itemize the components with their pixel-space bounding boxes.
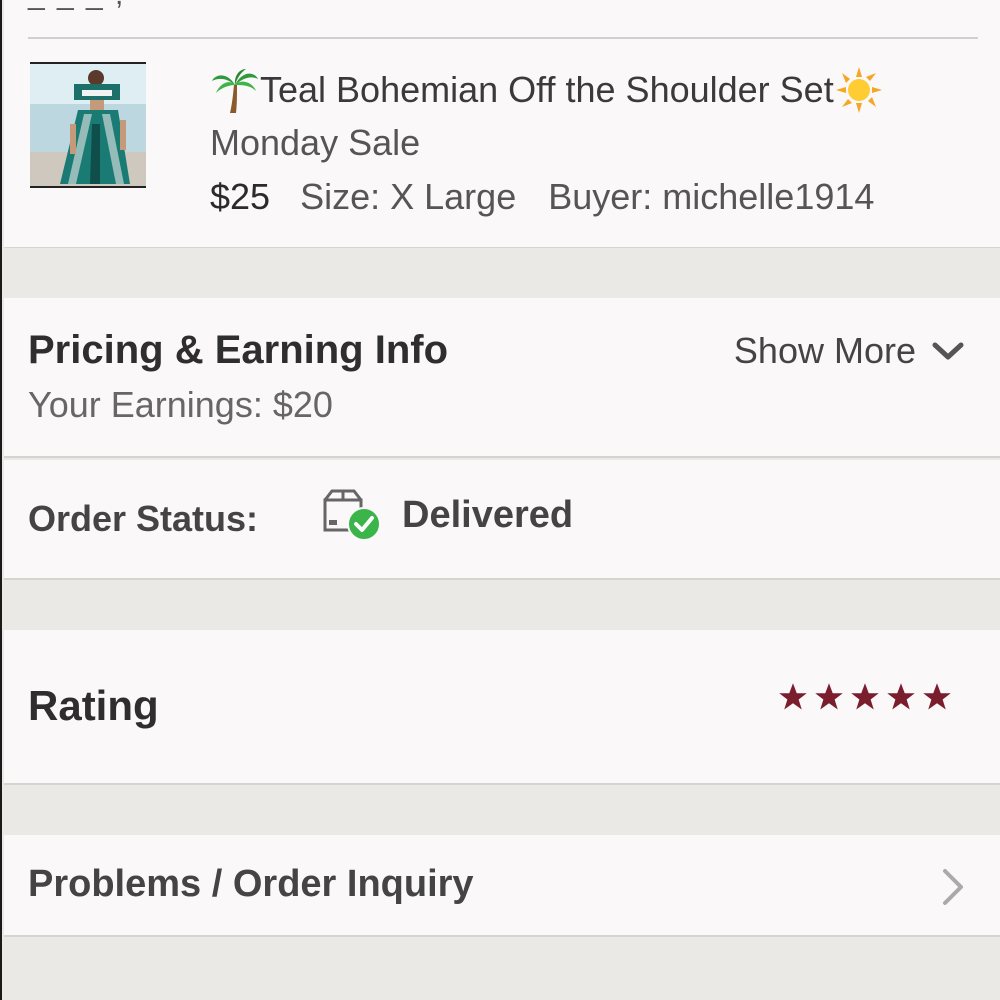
sun-icon bbox=[835, 67, 882, 113]
problems-label: Problems / Order Inquiry bbox=[28, 863, 474, 905]
order-status-value: Delivered bbox=[402, 494, 574, 536]
product-info: Teal Bohemian Off the Shoulder Set Monda… bbox=[210, 64, 884, 224]
star-icon bbox=[815, 683, 843, 710]
problems-order-inquiry-row[interactable]: Problems / Order Inquiry bbox=[4, 835, 1000, 937]
pricing-heading: Pricing & Earning Info bbox=[28, 328, 449, 372]
rating-section: Rating bbox=[4, 630, 1000, 785]
palm-tree-icon bbox=[212, 69, 258, 113]
order-status-label: Order Status: bbox=[28, 498, 259, 539]
chevron-down-icon bbox=[932, 342, 964, 360]
product-buyer[interactable]: Buyer: michelle1914 bbox=[548, 176, 874, 217]
show-more-button[interactable]: Show More bbox=[734, 330, 964, 372]
product-price: $25 bbox=[210, 176, 271, 217]
star-icon bbox=[887, 683, 915, 710]
rating-label: Rating bbox=[28, 682, 159, 729]
rating-stars bbox=[778, 682, 952, 712]
star-icon bbox=[779, 683, 807, 710]
chevron-right-icon bbox=[943, 869, 963, 905]
cutoff-header-text: _ _ _ , bbox=[28, 0, 125, 12]
product-sale-label: Monday Sale bbox=[210, 122, 421, 163]
product-meta: $25 Size: X Large Buyer: michelle1914 bbox=[210, 170, 884, 224]
product-size: Size: X Large bbox=[300, 176, 517, 217]
product-title-text: Teal Bohemian Off the Shoulder Set bbox=[260, 69, 834, 110]
star-icon bbox=[923, 683, 951, 710]
divider bbox=[28, 37, 978, 39]
product-image bbox=[30, 64, 146, 186]
show-more-label: Show More bbox=[733, 330, 916, 371]
order-details-page: _ _ _ , bbox=[0, 0, 1000, 1000]
star-icon bbox=[851, 683, 879, 710]
earnings-text: Your Earnings: $20 bbox=[28, 384, 333, 425]
product-title[interactable]: Teal Bohemian Off the Shoulder Set bbox=[210, 64, 884, 116]
pricing-section: Pricing & Earning Info Your Earnings: $2… bbox=[4, 298, 1000, 458]
package-delivered-icon bbox=[323, 489, 381, 541]
order-item-card: _ _ _ , bbox=[4, 0, 1000, 248]
order-status-section: Order Status: Delivered bbox=[4, 460, 1000, 580]
product-thumbnail[interactable] bbox=[30, 62, 146, 188]
